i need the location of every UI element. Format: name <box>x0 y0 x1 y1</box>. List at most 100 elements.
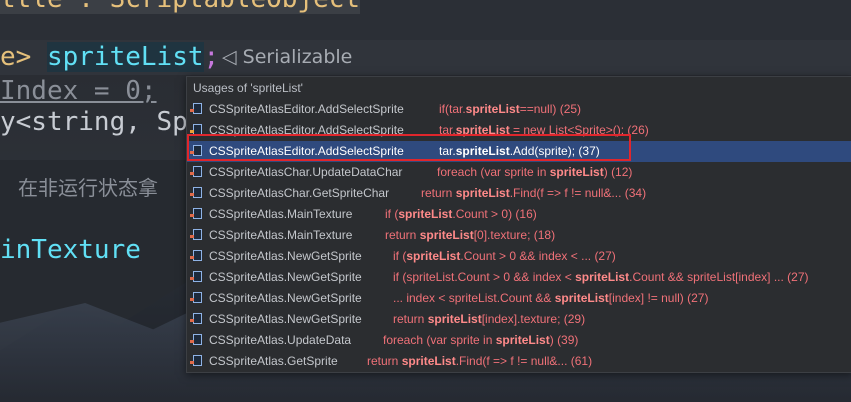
serializable-label: Serializable <box>242 46 353 68</box>
csharp-file-icon <box>190 271 202 282</box>
usage-code-before: return <box>367 354 402 368</box>
usage-row[interactable]: CSSpriteAtlasEditor.AddSelectSprite tar.s… <box>187 141 851 162</box>
usage-code-before: tar. <box>439 144 456 158</box>
usage-code: return spriteList.Find(f => f != null&..… <box>367 351 592 372</box>
usage-code-after: .Count > 0 && index < ... (27) <box>460 249 616 263</box>
usage-code-after: = new List<Sprite>(); (26) <box>509 123 649 137</box>
usage-location: CSSpriteAtlas.NewGetSprite <box>209 312 362 326</box>
usage-code-after: ==null) (25) <box>519 102 582 116</box>
usage-code-match: spriteList <box>455 144 510 158</box>
usage-location: CSSpriteAtlas.NewGetSprite <box>209 249 362 263</box>
usage-code-after: ) (39) <box>549 333 579 347</box>
usage-location: CSSpriteAtlas.UpdateData <box>209 333 352 347</box>
usage-code-match: spriteList <box>401 354 456 368</box>
usage-location: CSSpriteAtlas.NewGetSprite <box>209 291 362 305</box>
usage-location: CSSpriteAtlasEditor.AddSelectSprite <box>209 144 404 158</box>
usage-code-before: foreach (var sprite in <box>383 333 496 347</box>
usage-location: CSSpriteAtlasEditor.AddSelectSprite <box>209 102 404 116</box>
usage-code: if (spriteList.Count > 0 && index < spri… <box>393 267 809 288</box>
usage-code-before: if ( <box>385 207 399 221</box>
usage-row[interactable]: CSSpriteAtlasEditor.AddSelectSprite tar.s… <box>187 120 851 141</box>
csharp-file-icon <box>190 313 202 324</box>
popup-header: Usages of 'spriteList' <box>193 81 303 95</box>
usage-code-after: .Count > 0) (16) <box>452 207 537 221</box>
usage-row[interactable]: CSSpriteAtlas.NewGetSprite return spriteL… <box>187 309 851 330</box>
code-line-1: ttle : ScriptableObject <box>0 0 361 14</box>
usage-row[interactable]: CSSpriteAtlas.NewGetSprite if (spriteList… <box>187 246 851 267</box>
csharp-file-icon <box>190 124 202 135</box>
usage-code-after: .Find(f => f != null&... (34) <box>509 186 647 200</box>
usage-row[interactable]: CSSpriteAtlasEditor.AddSelectSprite if(ta… <box>187 99 851 120</box>
usage-row[interactable]: CSSpriteAtlasChar.GetSpriteChar return sp… <box>187 183 851 204</box>
usage-code: if(tar.spriteList==null) (25) <box>439 99 581 120</box>
usage-code-before: if ( <box>393 249 407 263</box>
usage-code-after: [index].texture; (29) <box>481 312 586 326</box>
usages-list: CSSpriteAtlasEditor.AddSelectSprite if(ta… <box>187 99 851 372</box>
usage-code-before: return <box>385 228 420 242</box>
code-line-3-text: Index = 0; <box>0 76 157 106</box>
usage-code-match: spriteList <box>427 312 482 326</box>
code-line-3: Index = 0; <box>0 76 157 106</box>
code-line-2-keyword: e> <box>0 42 47 72</box>
usage-row[interactable]: CSSpriteAtlas.MainTexture if (spriteList.… <box>187 204 851 225</box>
usage-row[interactable]: CSSpriteAtlas.MainTexture return spriteLi… <box>187 225 851 246</box>
usage-code: if (spriteList.Count > 0) (16) <box>385 204 537 225</box>
usage-code-after: [0].texture; (18) <box>473 228 556 242</box>
code-line-2-semicolon: ; <box>203 42 220 72</box>
usage-code-match: spriteList <box>419 228 474 242</box>
code-comment: 在非运行状态拿 <box>18 176 158 200</box>
usage-code-after: [index] != null) (27) <box>608 291 709 305</box>
csharp-file-icon <box>190 334 202 345</box>
usage-code-before: if(tar. <box>439 102 466 116</box>
usage-location: CSSpriteAtlasEditor.AddSelectSprite <box>209 123 404 137</box>
csharp-file-icon <box>190 292 202 303</box>
usage-code-after: ) (12) <box>603 165 633 179</box>
csharp-file-icon <box>190 250 202 261</box>
csharp-file-icon <box>190 229 202 240</box>
usage-row[interactable]: CSSpriteAtlasChar.UpdateDataChar foreach … <box>187 162 851 183</box>
usage-code-match: spriteList <box>495 333 550 347</box>
usage-row[interactable]: CSSpriteAtlas.GetSprite return spriteList… <box>187 351 851 372</box>
usage-row[interactable]: CSSpriteAtlas.NewGetSprite ... index < sp… <box>187 288 851 309</box>
csharp-file-icon <box>190 145 202 156</box>
usage-location: CSSpriteAtlas.MainTexture <box>209 228 353 242</box>
code-line-2: e> spriteList; <box>0 42 219 72</box>
usage-code: if (spriteList.Count > 0 && index < ... … <box>393 246 616 267</box>
usage-code-after: .Count && spriteList[index] ... (27) <box>629 270 809 284</box>
usage-code-match: spriteList <box>398 207 453 221</box>
usage-row[interactable]: CSSpriteAtlas.NewGetSprite if (spriteList… <box>187 267 851 288</box>
csharp-file-icon <box>190 166 202 177</box>
code-line-5: inTexture <box>0 235 141 265</box>
usage-code-match: spriteList <box>406 249 461 263</box>
csharp-file-icon <box>190 208 202 219</box>
serializable-hint: ◁ Serializable <box>222 46 353 68</box>
usage-code-after: .Add(sprite); (37) <box>509 144 600 158</box>
usage-code-match: spriteList <box>554 291 609 305</box>
usage-code: foreach (var sprite in spriteList) (12) <box>437 162 632 183</box>
code-line-2-identifier[interactable]: spriteList <box>46 42 204 72</box>
usage-code: foreach (var sprite in spriteList) (39) <box>383 330 578 351</box>
usage-location: CSSpriteAtlas.GetSprite <box>209 354 338 368</box>
usage-code: return spriteList.Find(f => f != null&..… <box>421 183 646 204</box>
csharp-file-icon <box>190 103 202 114</box>
code-line-1-text: ttle : ScriptableObject <box>0 0 361 14</box>
csharp-file-icon <box>190 355 202 366</box>
usage-location: CSSpriteAtlasChar.GetSpriteChar <box>209 186 390 200</box>
usage-code-before: foreach (var sprite in <box>437 165 550 179</box>
usage-code: return spriteList[0].texture; (18) <box>385 225 555 246</box>
usage-code-match: spriteList <box>455 186 510 200</box>
usage-location: CSSpriteAtlasChar.UpdateDataChar <box>209 165 403 179</box>
usage-code: ... index < spriteList.Count && spriteLi… <box>393 288 708 309</box>
code-line-4-text: y<string, Spr <box>0 107 204 137</box>
code-line-4: y<string, Spr <box>0 107 204 137</box>
usage-code-before: tar. <box>439 123 456 137</box>
csharp-file-icon <box>190 187 202 198</box>
usage-location: CSSpriteAtlas.NewGetSprite <box>209 270 362 284</box>
usage-code: tar.spriteList.Add(sprite); (37) <box>439 141 600 162</box>
usage-code-before: return <box>393 312 428 326</box>
usages-popup[interactable]: Usages of 'spriteList' CSSpriteAtlasEdit… <box>186 76 851 373</box>
usage-code-match: spriteList <box>465 102 520 116</box>
usage-location: CSSpriteAtlas.MainTexture <box>209 207 353 221</box>
usage-row[interactable]: CSSpriteAtlas.UpdateData foreach (var spr… <box>187 330 851 351</box>
usage-code-before: return <box>421 186 456 200</box>
